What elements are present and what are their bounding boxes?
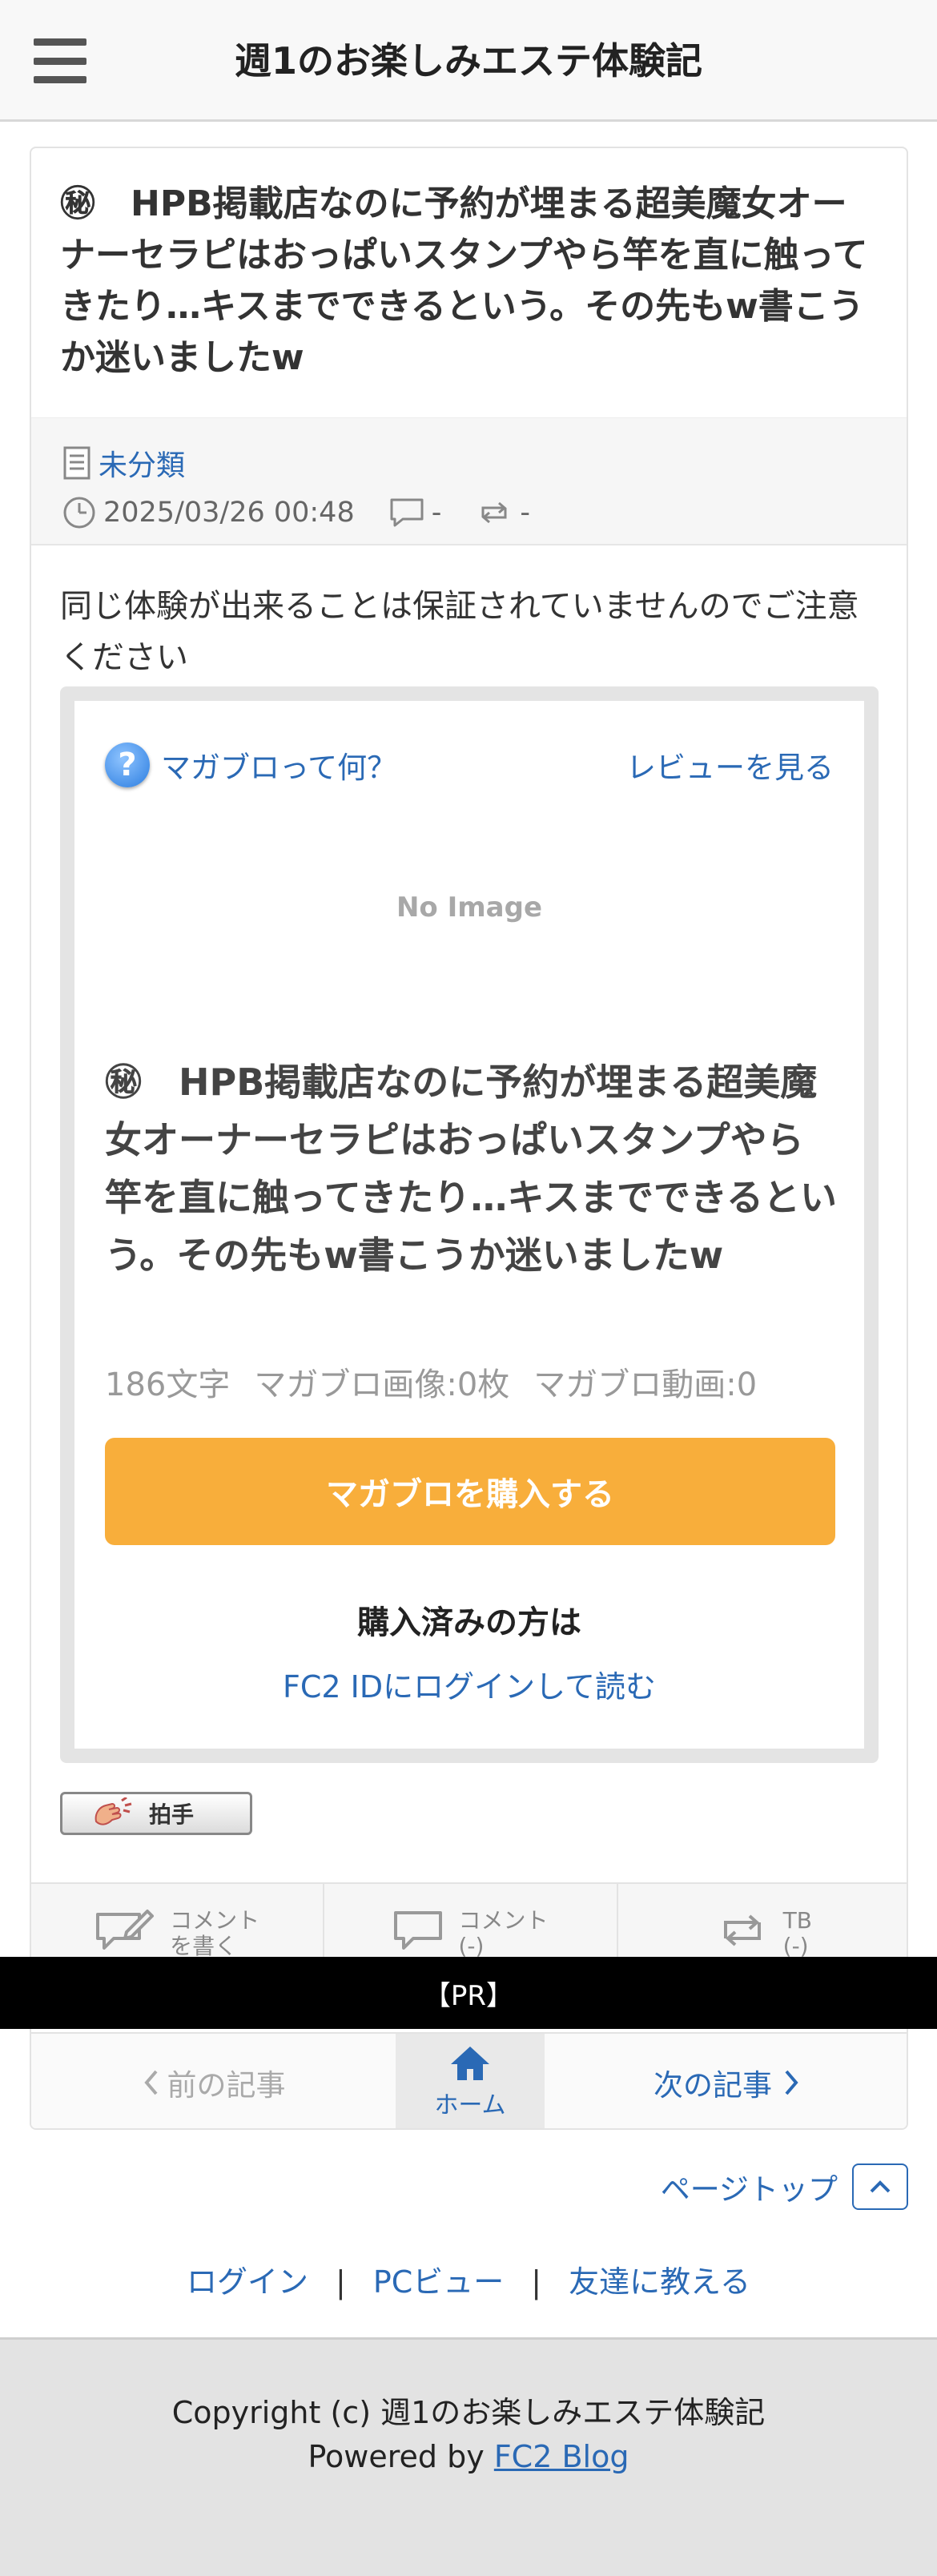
home-icon — [451, 2047, 489, 2080]
document-icon — [63, 446, 90, 480]
copyright: Copyright (c) 週1のお楽しみエステ体験記 — [171, 2395, 766, 2430]
trackback-button[interactable]: TB (-) — [618, 1884, 907, 1962]
comments-label-2: (-) — [458, 1933, 485, 1959]
chevron-up-icon — [852, 2163, 908, 2210]
trackback-count-link[interactable]: - — [475, 497, 530, 529]
home-link[interactable]: ホーム — [396, 2034, 545, 2128]
meta-row: 2025/03/26 00:48 - - — [62, 492, 564, 533]
clap-button[interactable]: 拍手 — [60, 1792, 252, 1835]
comments-button[interactable]: コメント (-) — [324, 1884, 618, 1962]
site-title[interactable]: 週1のお楽しみエステ体験記 — [0, 0, 937, 117]
clock-icon — [63, 497, 95, 529]
magablo-stats: 186文字 マガブロ画像:0枚 マガブロ動画:0 — [105, 1358, 757, 1406]
question-icon: ? — [105, 743, 150, 787]
comment-icon — [394, 1911, 443, 1950]
magablo-box: ? マガブロって何？ レビューを見る No Image ㊙ HPB掲載店なのに予… — [60, 686, 879, 1763]
category-link[interactable]: 未分類 — [62, 442, 185, 484]
next-article-label: 次の記事 — [653, 2068, 772, 2103]
video-count: マガブロ動画:0 — [533, 1366, 758, 1403]
fc2-blog-link[interactable]: FC2 Blog — [494, 2439, 629, 2474]
footer: Copyright (c) 週1のお楽しみエステ体験記 Powered by F… — [0, 2337, 937, 2576]
comment-count: - — [431, 497, 442, 529]
powered-prefix: Powered by — [308, 2439, 494, 2474]
trackback-icon — [723, 1914, 761, 1946]
article-pager: 前の記事 ホーム 次の記事 — [31, 2032, 907, 2128]
image-count: マガブロ画像:0枚 — [254, 1366, 510, 1403]
trackback-icon — [481, 501, 507, 524]
tb-label-2: (-) — [782, 1933, 809, 1959]
magablo-what-link[interactable]: ? マガブロって何？ — [105, 741, 396, 789]
tell-friend-link[interactable]: 友達に教える — [569, 2264, 750, 2300]
no-image-placeholder: No Image — [396, 892, 543, 924]
magablo-inner: ? マガブロって何？ レビューを見る No Image ㊙ HPB掲載店なのに予… — [74, 701, 864, 1749]
chevron-right-icon — [785, 2070, 798, 2095]
review-link[interactable]: レビューを見る — [626, 741, 834, 789]
tb-label-1: TB — [782, 1907, 812, 1934]
fc2-login-read-link[interactable]: FC2 IDにログインして読む — [74, 1662, 864, 1706]
char-count: 186文字 — [105, 1366, 231, 1403]
home-label: ホーム — [434, 2091, 506, 2119]
write-comment-label-2: を書く — [170, 1933, 238, 1959]
pc-view-link[interactable]: PCビュー — [373, 2264, 504, 2300]
comment-icon — [390, 498, 424, 527]
next-article-link[interactable]: 次の記事 — [545, 2034, 907, 2128]
post-datetime: 2025/03/26 00:48 — [103, 497, 355, 529]
prev-article-label: 前の記事 — [167, 2068, 286, 2103]
separator: | — [531, 2264, 542, 2300]
category-label: 未分類 — [99, 449, 186, 482]
pr-banner[interactable]: 【PR】 — [0, 1957, 937, 2029]
already-bought-heading: 購入済みの方は — [357, 1604, 581, 1641]
separator: | — [336, 2264, 346, 2300]
magablo-what-label: マガブロって何？ — [161, 751, 397, 785]
footer-links: ログイン | PCビュー | 友達に教える — [0, 2257, 937, 2301]
chevron-left-icon — [143, 2070, 158, 2095]
clapping-hands-icon — [95, 1797, 132, 1825]
article-intro: 同じ体験が出来ることは保証されていませんのでご注意ください — [60, 588, 859, 676]
powered-by: Powered by FC2 Blog — [0, 2439, 937, 2474]
magablo-title: ㊙ HPB掲載店なのに予約が埋まる超美魔女オーナーセラピはおっぱいスタンプやら竿… — [105, 1061, 838, 1277]
comments-label-1: コメント — [458, 1907, 549, 1934]
comment-count-link[interactable]: - — [388, 497, 442, 529]
prev-article-link[interactable]: 前の記事 — [31, 2034, 396, 2128]
clap-label: 拍手 — [149, 1801, 195, 1828]
header: 週1のお楽しみエステ体験記 — [0, 0, 937, 122]
article-actions: コメント を書く コメント (-) TB (-) — [31, 1882, 907, 1962]
article-title: ㊙ HPB掲載店なのに予約が埋まる超美魔女オーナーセラピはおっぱいスタンプやら竿… — [60, 183, 868, 378]
write-comment-icon — [96, 1910, 155, 1950]
article-meta: 未分類 2025/03/26 00:48 - - — [31, 417, 907, 545]
article-card: ㊙ HPB掲載店なのに予約が埋まる超美魔女オーナーセラピはおっぱいスタンプやら竿… — [30, 147, 908, 2130]
write-comment-label-1: コメント — [170, 1907, 260, 1934]
page-top-label: ページトップ — [660, 2172, 838, 2207]
page-top-link[interactable]: ページトップ — [661, 2163, 908, 2211]
write-comment-button[interactable]: コメント を書く — [31, 1884, 325, 1962]
trackback-count: - — [520, 497, 530, 529]
buy-magablo-button[interactable]: マガブロを購入する — [105, 1438, 835, 1545]
login-link[interactable]: ログイン — [187, 2264, 308, 2300]
